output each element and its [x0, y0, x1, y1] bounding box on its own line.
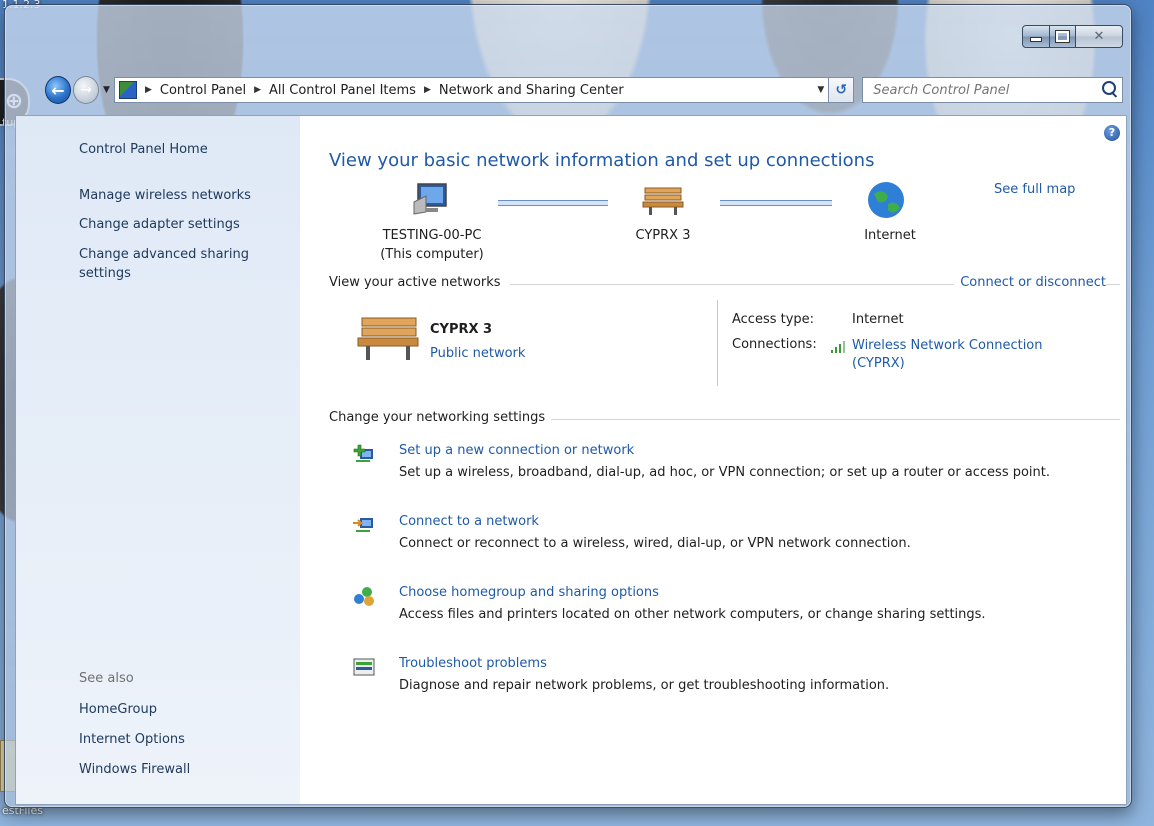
new-connection-icon [353, 444, 373, 462]
map-link-line [720, 200, 832, 206]
sidebar-homegroup[interactable]: HomeGroup [79, 700, 289, 719]
map-computer-name: TESTING-00-PC [382, 228, 482, 243]
search-icon[interactable] [1101, 81, 1116, 95]
sidebar-control-panel-home[interactable]: Control Panel Home [79, 140, 289, 159]
public-network-bench-icon [357, 317, 419, 360]
minimize-icon [1030, 37, 1042, 42]
client-area: Control Panel Home Manage wireless netwo… [15, 115, 1127, 805]
map-link-line [498, 200, 608, 206]
breadcrumb-separator-icon[interactable]: ▶ [254, 85, 261, 95]
wireless-connection-link[interactable]: Wireless Network Connection (CYPRX) [852, 337, 1043, 373]
task-description: Set up a wireless, broadband, dial-up, a… [399, 465, 1051, 480]
navigation-bar: ← → ▼ ▶ Control Panel ▶ All Control Pane… [13, 73, 1123, 107]
breadcrumb-separator-icon[interactable]: ▶ [145, 85, 152, 95]
task-pane: Control Panel Home Manage wireless netwo… [16, 116, 300, 804]
task-link[interactable]: Troubleshoot problems [399, 656, 547, 671]
close-button[interactable]: ✕ [1076, 25, 1123, 48]
wifi-signal-icon [831, 341, 845, 353]
network-sharing-window: ✕ ← → ▼ ▶ Control Panel ▶ All Control Pa… [4, 4, 1132, 808]
help-icon[interactable]: ? [1104, 125, 1120, 141]
computer-icon [413, 183, 447, 215]
address-dropdown-icon[interactable]: ▼ [817, 85, 824, 95]
control-panel-icon [118, 81, 137, 99]
globe-icon [868, 182, 904, 218]
refresh-button[interactable]: ↺ [829, 77, 855, 103]
task-description: Connect or reconnect to a wireless, wire… [399, 536, 911, 551]
map-computer-label: TESTING-00-PC (This computer) [362, 226, 502, 264]
maximize-icon [1055, 30, 1070, 43]
task-link[interactable]: Connect to a network [399, 514, 539, 529]
connections-label: Connections: [732, 337, 817, 352]
sidebar-manage-wireless[interactable]: Manage wireless networks [79, 186, 289, 205]
recent-pages-dropdown[interactable]: ▼ [103, 85, 110, 95]
maximize-button[interactable] [1050, 25, 1076, 48]
see-also-label: See also [79, 671, 134, 686]
sidebar-change-adapter[interactable]: Change adapter settings [79, 215, 289, 234]
caption-buttons: ✕ [1022, 25, 1123, 48]
breadcrumb-all-items[interactable]: All Control Panel Items [269, 83, 416, 98]
breadcrumb-network-sharing[interactable]: Network and Sharing Center [439, 83, 624, 98]
sidebar-windows-firewall[interactable]: Windows Firewall [79, 760, 289, 779]
see-full-map-link[interactable]: See full map [994, 182, 1075, 197]
active-networks-heading: View your active networks [329, 275, 507, 290]
bench-icon [642, 187, 684, 215]
search-input[interactable] [871, 81, 1106, 99]
active-network-name: CYPRX 3 [430, 322, 493, 337]
map-computer-sub: (This computer) [380, 247, 484, 262]
main-content: ? View your basic network information an… [300, 116, 1126, 804]
map-internet-label: Internet [864, 228, 916, 243]
forward-button[interactable]: → [73, 76, 100, 104]
connect-disconnect-link[interactable]: Connect or disconnect [954, 275, 1106, 290]
change-settings-heading: Change your networking settings [329, 410, 552, 425]
connect-network-icon [353, 518, 373, 532]
sidebar-internet-options[interactable]: Internet Options [79, 730, 289, 749]
task-link[interactable]: Set up a new connection or network [399, 443, 634, 458]
divider [540, 419, 1120, 420]
breadcrumb-control-panel[interactable]: Control Panel [160, 83, 246, 98]
search-box[interactable] [862, 77, 1123, 103]
homegroup-icon [354, 587, 374, 606]
connection-name-line1[interactable]: Wireless Network Connection [852, 337, 1043, 355]
sidebar-advanced-sharing[interactable]: Change advanced sharing settings [79, 245, 289, 283]
connection-name-line2[interactable]: (CYPRX) [852, 355, 1043, 373]
close-icon: ✕ [1093, 29, 1105, 44]
network-type-link[interactable]: Public network [430, 346, 525, 361]
minimize-button[interactable] [1022, 25, 1050, 48]
back-button[interactable]: ← [45, 76, 72, 104]
task-link[interactable]: Choose homegroup and sharing options [399, 585, 659, 600]
task-description: Access files and printers located on oth… [399, 607, 986, 622]
map-network-name: CYPRX 3 [635, 228, 691, 243]
address-bar[interactable]: ▶ Control Panel ▶ All Control Panel Item… [113, 77, 830, 103]
forward-arrow-icon: → [80, 82, 92, 98]
refresh-icon: ↺ [835, 82, 848, 98]
task-description: Diagnose and repair network problems, or… [399, 678, 890, 693]
troubleshoot-icon [353, 658, 375, 676]
breadcrumb-separator-icon[interactable]: ▶ [424, 85, 431, 95]
vertical-separator [717, 300, 718, 386]
access-type-label: Access type: [732, 312, 815, 327]
back-arrow-icon: ← [51, 80, 65, 100]
access-type-value: Internet [852, 312, 904, 327]
page-title: View your basic network information and … [329, 150, 875, 171]
